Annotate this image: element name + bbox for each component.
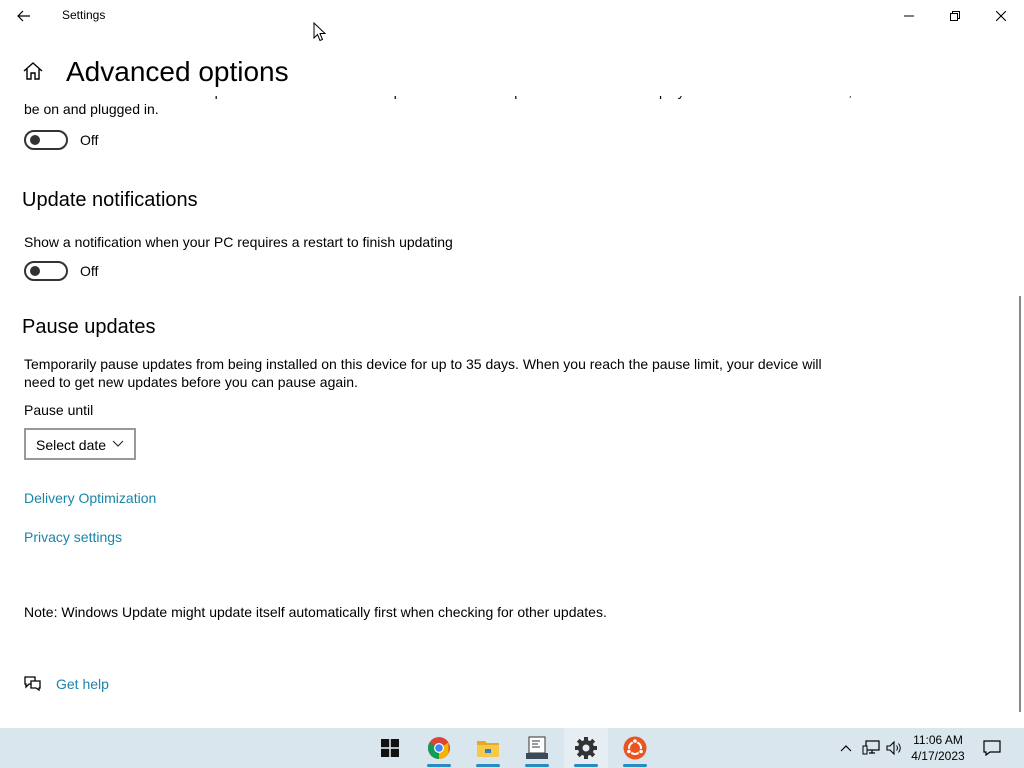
toggle-knob xyxy=(30,266,40,276)
taskbar-clock[interactable]: 11:06 AM 4/17/2023 xyxy=(904,732,972,764)
notification-toggle[interactable] xyxy=(24,261,68,281)
pause-until-label: Pause until xyxy=(24,402,94,418)
toggle-knob xyxy=(30,135,40,145)
running-indicator xyxy=(525,764,549,767)
volume-icon xyxy=(886,741,901,755)
chevron-down-icon xyxy=(112,440,124,447)
select-value: Select date xyxy=(36,437,107,453)
back-arrow-icon xyxy=(17,10,30,22)
taskbar-file-explorer[interactable] xyxy=(466,728,510,768)
close-icon xyxy=(996,11,1006,21)
restart-toggle-state: Off xyxy=(80,132,99,148)
restore-button[interactable] xyxy=(932,0,978,32)
get-help-link[interactable]: Get help xyxy=(56,676,109,692)
minimize-icon xyxy=(904,15,914,17)
page-header: Advanced options xyxy=(0,52,1016,96)
start-button[interactable] xyxy=(368,728,412,768)
terminal-icon xyxy=(526,736,548,759)
notification-center-button[interactable] xyxy=(978,728,1006,768)
clock-date: 4/17/2023 xyxy=(911,749,965,763)
chrome-icon xyxy=(428,737,450,759)
network-button[interactable] xyxy=(860,728,882,768)
restore-icon xyxy=(950,11,960,21)
taskbar: 11:06 AM 4/17/2023 xyxy=(0,728,1024,768)
taskbar-settings[interactable] xyxy=(564,728,608,768)
notification-toggle-state: Off xyxy=(80,263,99,279)
settings-content: Restart this device as soon as possible … xyxy=(0,96,1016,726)
pause-updates-description: Temporarily pause updates from being ins… xyxy=(24,356,822,390)
close-button[interactable] xyxy=(978,0,1024,32)
app-title: Settings xyxy=(62,8,106,22)
start-icon xyxy=(381,739,399,757)
get-help-icon xyxy=(24,676,41,692)
file-explorer-icon xyxy=(477,741,499,757)
taskbar-chrome[interactable] xyxy=(417,728,461,768)
mouse-cursor-icon xyxy=(313,22,327,42)
back-button[interactable] xyxy=(8,4,40,28)
privacy-settings-link[interactable]: Privacy settings xyxy=(24,529,122,545)
pause-updates-heading: Pause updates xyxy=(22,316,156,338)
update-notifications-description: Show a notification when your PC require… xyxy=(24,234,453,250)
pause-date-select[interactable]: Select date xyxy=(24,428,136,460)
page-title: Advanced options xyxy=(66,56,289,87)
update-note: Note: Windows Update might update itself… xyxy=(24,604,607,620)
settings-icon xyxy=(575,737,597,759)
home-button[interactable] xyxy=(22,61,44,86)
restart-setting-description: Restart this device as soon as possible … xyxy=(24,96,981,117)
show-hidden-icons-button[interactable] xyxy=(836,728,856,768)
home-icon xyxy=(23,62,43,80)
clock-time: 11:06 AM xyxy=(913,733,963,747)
taskbar-terminal[interactable] xyxy=(515,728,559,768)
scroll-thumb[interactable] xyxy=(1019,296,1021,712)
minimize-button[interactable] xyxy=(886,0,932,32)
ubuntu-icon xyxy=(623,736,647,760)
title-bar: Settings xyxy=(0,0,1024,32)
delivery-optimization-link[interactable]: Delivery Optimization xyxy=(24,490,156,506)
notification-icon xyxy=(983,740,1001,756)
scrollbar[interactable] xyxy=(1016,32,1024,726)
running-indicator xyxy=(476,764,500,767)
taskbar-ubuntu[interactable] xyxy=(613,728,657,768)
volume-button[interactable] xyxy=(884,728,904,768)
network-icon xyxy=(862,740,880,755)
update-notifications-heading: Update notifications xyxy=(22,189,198,211)
running-indicator xyxy=(427,764,451,767)
restart-toggle[interactable] xyxy=(24,130,68,150)
running-indicator xyxy=(623,764,647,767)
running-indicator xyxy=(574,764,598,767)
chevron-up-icon xyxy=(840,745,852,752)
